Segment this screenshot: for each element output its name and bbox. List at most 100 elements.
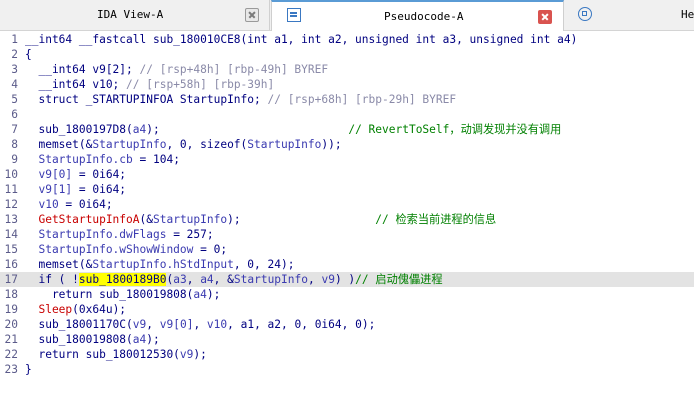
code-token: = 0i64; (72, 183, 127, 196)
code-text[interactable]: sub_18001170C(v9, v9[0], v10, a1, a2, 0,… (25, 317, 375, 332)
tab-ida-view-label: IDA View-A (97, 8, 164, 21)
code-line[interactable]: 5 struct _STARTUPINFOA StartupInfo; // [… (0, 92, 694, 107)
code-token: = 0i64; (58, 198, 113, 211)
line-number: 8 (11, 138, 18, 151)
code-token: StartupInfo.wShowWindow (25, 243, 194, 256)
code-line[interactable]: 2{ (0, 47, 694, 62)
line-number: 21 (4, 333, 18, 346)
code-text[interactable]: v9[0] = 0i64; (25, 167, 126, 182)
tab-hex-view[interactable]: He (566, 0, 694, 30)
code-line[interactable]: 22 return sub_180012530(v9); (0, 347, 694, 362)
code-text[interactable]: __int64 v9[2]; // [rsp+48h] [rbp-49h] BY… (25, 62, 328, 77)
pseudocode-editor[interactable]: 1 __int64 __fastcall sub_180010CE8(int a1… (0, 31, 694, 408)
code-text[interactable]: Sleep(0x64u); (25, 302, 126, 317)
code-text[interactable]: v9[1] = 0i64; (25, 182, 126, 197)
code-text[interactable]: { (25, 47, 32, 62)
line-number: 23 (4, 363, 18, 376)
code-line[interactable]: 11 v9[1] = 0i64; (0, 182, 694, 197)
code-line[interactable]: 17 if ( !sub_1800189B0(a3, a4, &StartupI… (0, 272, 694, 287)
code-line[interactable]: 21 sub_180019808(a4); (0, 332, 694, 347)
code-token: a4 (200, 273, 214, 286)
code-text[interactable]: sub_1800197D8(a4); // RevertToSelf，动调发现并… (25, 122, 561, 137)
code-token: sub_1800197D8( (25, 123, 133, 136)
tab-pseudocode[interactable]: Pseudocode-A (271, 0, 564, 31)
code-token: struct _STARTUPINFOA StartupInfo; (25, 93, 268, 106)
code-line[interactable]: 16 memset(&StartupInfo.hStdInput, 0, 24)… (0, 257, 694, 272)
code-line[interactable]: 23} (0, 362, 694, 377)
line-number: 14 (4, 228, 18, 241)
code-token: // RevertToSelf，动调发现并没有调用 (348, 123, 562, 136)
code-text[interactable]: return sub_180012530(v9); (25, 347, 207, 362)
code-text[interactable]: v10 = 0i64; (25, 197, 113, 212)
code-token: = 104; (132, 153, 180, 166)
close-icon[interactable] (245, 8, 259, 22)
code-token: a4 (193, 288, 207, 301)
code-token: , 0, sizeof( (166, 138, 248, 151)
line-number: 12 (4, 198, 18, 211)
code-text[interactable]: __int64 __fastcall sub_180010CE8(int a1,… (25, 32, 577, 47)
code-token[interactable]: sub_1 (78, 273, 113, 286)
code-token: __int64 v10; (25, 78, 127, 91)
code-token: } (25, 363, 32, 376)
code-token: StartupInfo.hStdInput (92, 258, 234, 271)
code-token: ); (206, 288, 221, 301)
code-text[interactable]: return sub_180019808(a4); (25, 287, 220, 302)
code-token: Sleep (25, 303, 73, 316)
line-number: 15 (4, 243, 18, 256)
code-line[interactable]: 6 (0, 107, 694, 122)
code-line[interactable]: 4 __int64 v10; // [rsp+58h] [rbp-39h] (0, 77, 694, 92)
code-line[interactable]: 7 sub_1800197D8(a4); // RevertToSelf，动调发… (0, 122, 694, 137)
line-number: 7 (11, 123, 18, 136)
close-icon[interactable] (538, 10, 552, 24)
code-line[interactable]: 10 v9[0] = 0i64; (0, 167, 694, 182)
line-number: 11 (4, 183, 18, 196)
code-token: ); (227, 213, 376, 226)
code-token: v9 (321, 273, 335, 286)
code-token: v10 (25, 198, 59, 211)
code-token: sub_180019808( (25, 333, 133, 346)
code-text[interactable]: struct _STARTUPINFOA StartupInfo; // [rs… (25, 92, 456, 107)
code-text[interactable]: __int64 v10; // [rsp+58h] [rbp-39h] (25, 77, 274, 92)
code-line[interactable]: 3 __int64 v9[2]; // [rsp+48h] [rbp-49h] … (0, 62, 694, 77)
code-token: (0x64u); (72, 303, 127, 316)
code-token: { (25, 48, 32, 61)
code-line[interactable]: 15 StartupInfo.wShowWindow = 0; (0, 242, 694, 257)
code-text[interactable]: memset(&StartupInfo.hStdInput, 0, 24); (25, 257, 294, 272)
code-token: v10 (206, 318, 228, 331)
code-text[interactable]: GetStartupInfoA(&StartupInfo); // 检索当前进程… (25, 212, 496, 227)
code-token: ); (193, 348, 207, 361)
code-line[interactable]: 8 memset(&StartupInfo, 0, sizeof(Startup… (0, 137, 694, 152)
tab-ida-view[interactable]: IDA View-A (0, 0, 270, 30)
code-token: // 启动傀儡进程 (355, 273, 443, 286)
code-text[interactable]: StartupInfo.dwFlags = 257; (25, 227, 213, 242)
line-number: 2 (11, 48, 18, 61)
code-token: memset(& (25, 258, 93, 271)
code-text[interactable]: StartupInfo.wShowWindow = 0; (25, 242, 227, 257)
code-text[interactable]: } (25, 362, 32, 377)
line-number: 20 (4, 318, 18, 331)
line-number: 3 (11, 63, 18, 76)
code-line[interactable]: 13 GetStartupInfoA(&StartupInfo); // 检索当… (0, 212, 694, 227)
code-line[interactable]: 9 StartupInfo.cb = 104; (0, 152, 694, 167)
line-number: 6 (11, 108, 18, 121)
code-token: a3 (173, 273, 187, 286)
code-line[interactable]: 19 Sleep(0x64u); (0, 302, 694, 317)
code-token: // 检索当前进程的信息 (375, 213, 497, 226)
code-text[interactable]: memset(&StartupInfo, 0, sizeof(StartupIn… (25, 137, 342, 152)
code-line[interactable]: 12 v10 = 0i64; (0, 197, 694, 212)
code-line[interactable]: 20 sub_18001170C(v9, v9[0], v10, a1, a2,… (0, 317, 694, 332)
code-token: v9 (179, 348, 194, 361)
code-text[interactable]: sub_180019808(a4); (25, 332, 160, 347)
code-token: if ( ! (25, 273, 79, 286)
code-token: ); (146, 333, 160, 346)
code-token: )); (321, 138, 342, 151)
code-token: , 0, 24); (233, 258, 295, 271)
code-text[interactable]: StartupInfo.cb = 104; (25, 152, 180, 167)
code-text[interactable]: if ( !sub_1800189B0(a3, a4, &StartupInfo… (25, 272, 443, 287)
code-line[interactable]: 1 __int64 __fastcall sub_180010CE8(int a1… (0, 32, 694, 47)
code-token[interactable]: 800189B0 (112, 273, 167, 286)
code-line[interactable]: 18 return sub_180019808(a4); (0, 287, 694, 302)
code-line[interactable]: 14 StartupInfo.dwFlags = 257; (0, 227, 694, 242)
line-number: 13 (4, 213, 18, 226)
code-token: , a1, a2, 0, 0i64, 0); (227, 318, 376, 331)
